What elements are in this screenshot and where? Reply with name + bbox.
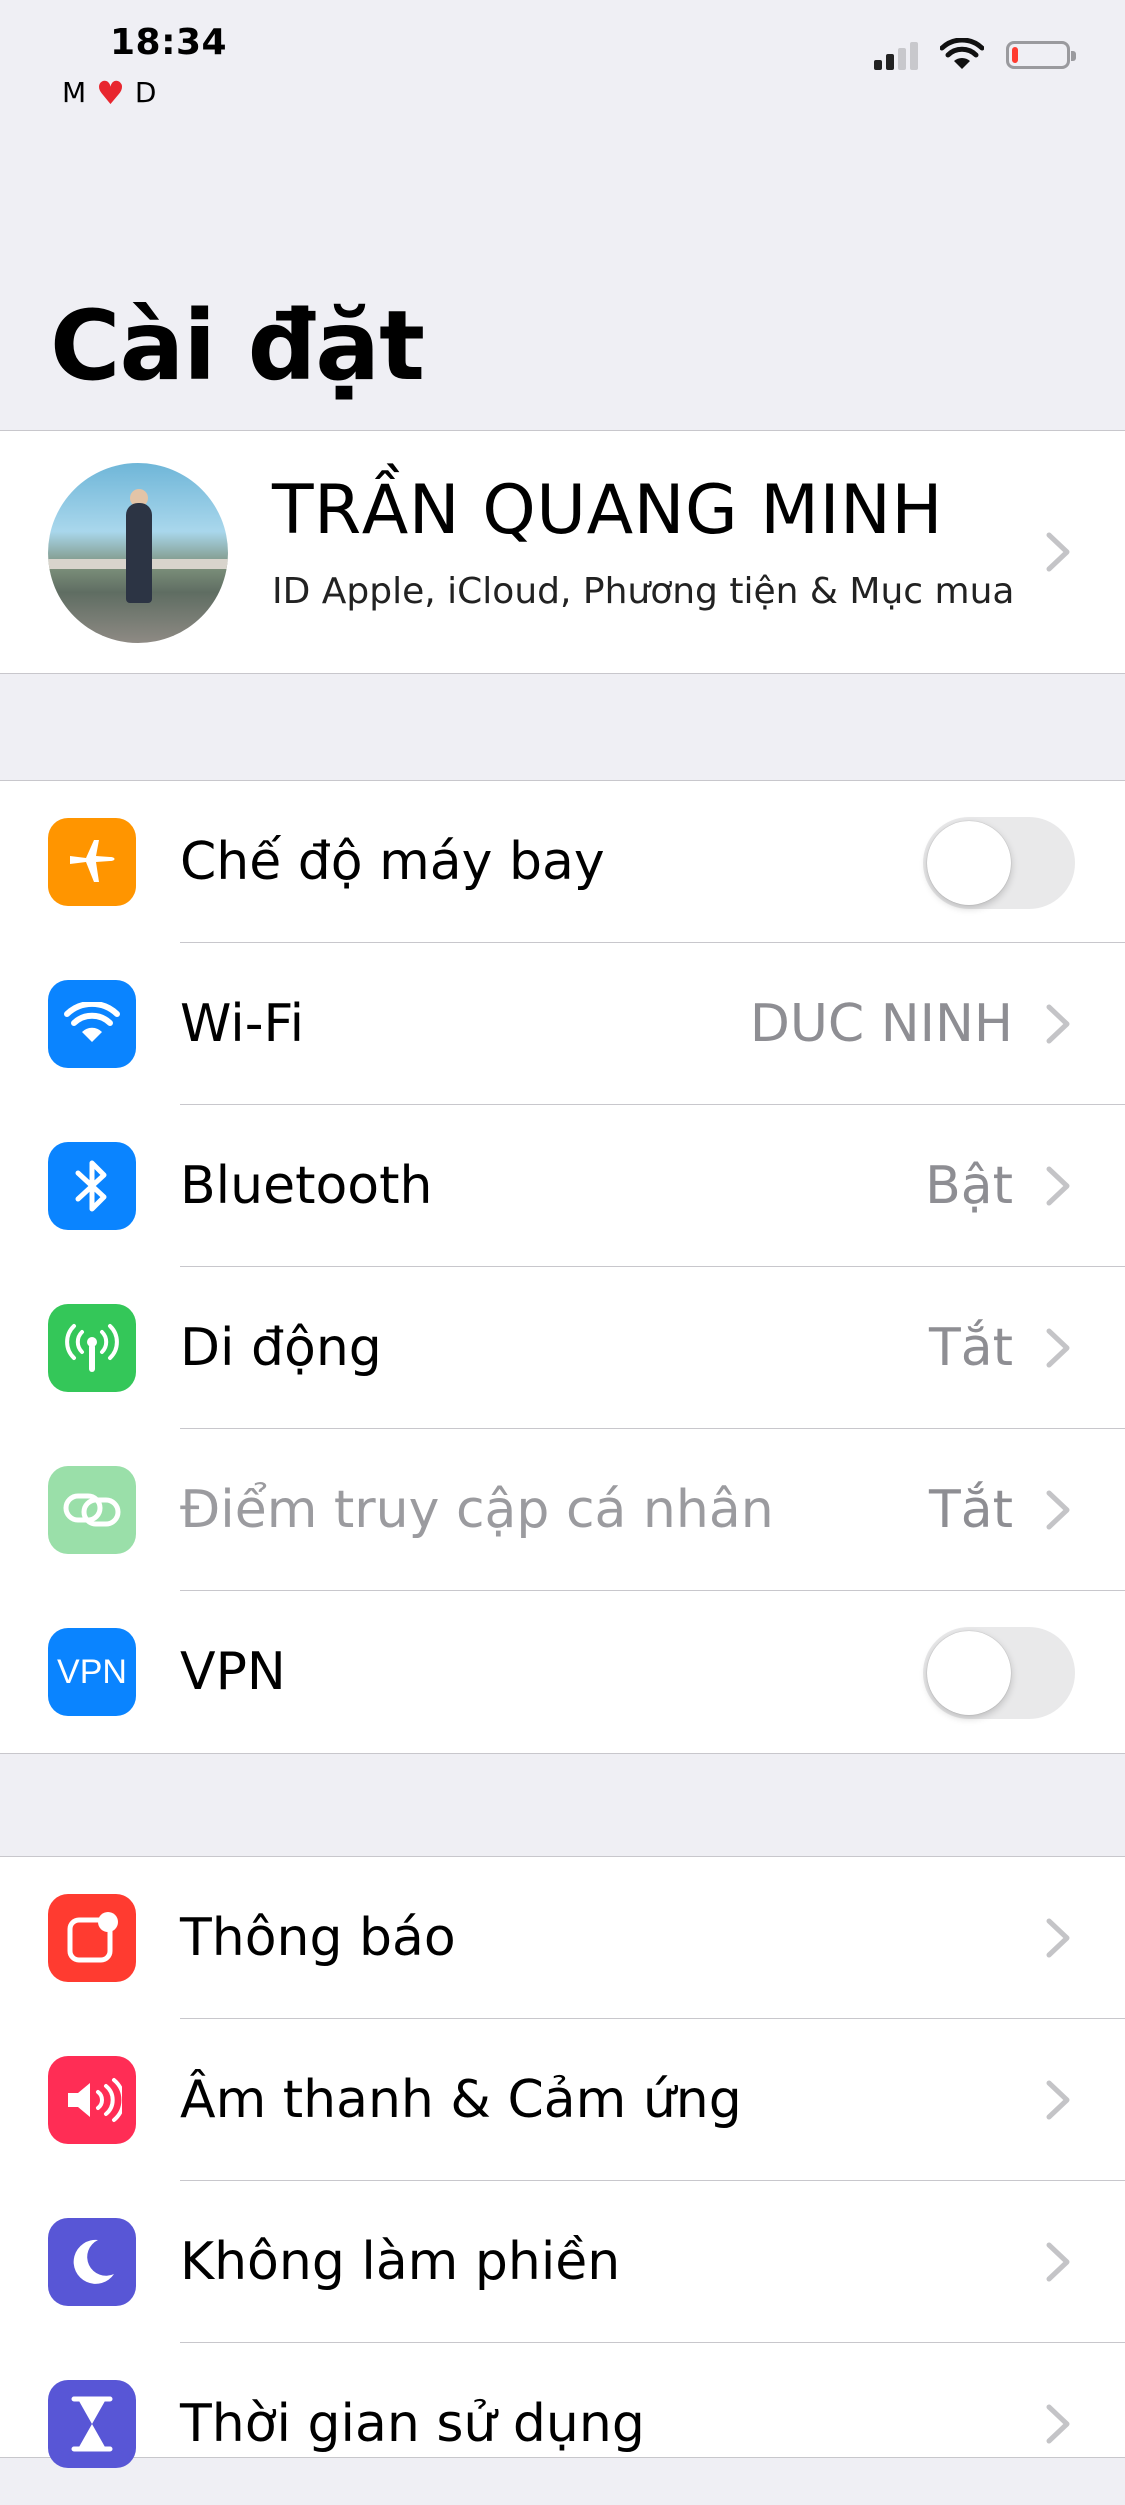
vpn-icon: VPN <box>48 1628 136 1716</box>
profile-name: TRẦN QUANG MINH <box>272 471 943 550</box>
hourglass-icon <box>48 2380 136 2468</box>
antenna-icon <box>48 1304 136 1392</box>
bluetooth-icon <box>48 1142 136 1230</box>
avatar <box>48 463 228 643</box>
do-not-disturb-label: Không làm phiền <box>180 2232 621 2292</box>
carrier-left: M <box>62 76 87 109</box>
cellular-signal-icon <box>874 40 918 70</box>
wifi-network-value: DUC NINH <box>749 994 1013 1054</box>
carrier-label: M ♥ D <box>62 76 156 109</box>
do-not-disturb-row[interactable]: Không làm phiền <box>0 2181 1125 2343</box>
vpn-icon-text: VPN <box>57 1652 127 1691</box>
personal-hotspot-label: Điểm truy cập cá nhân <box>180 1480 774 1540</box>
chevron-right-icon <box>1046 1328 1070 1368</box>
apple-id-profile-row[interactable]: TRẦN QUANG MINH ID Apple, iCloud, Phương… <box>0 430 1125 674</box>
vpn-label: VPN <box>180 1642 286 1702</box>
airplane-mode-toggle[interactable] <box>923 817 1075 909</box>
profile-subtitle: ID Apple, iCloud, Phương tiện & Mục mua <box>272 571 1015 612</box>
chevron-right-icon <box>1046 1004 1070 1044</box>
status-bar: 18:34 M ♥ D <box>0 0 1125 130</box>
bluetooth-value: Bật <box>925 1156 1013 1216</box>
page-title: Cài đặt <box>50 290 425 402</box>
cellular-value: Tắt <box>928 1318 1013 1378</box>
chevron-right-icon <box>1046 2404 1070 2444</box>
bluetooth-row[interactable]: Bluetooth Bật <box>0 1105 1125 1267</box>
notifications-icon <box>48 1894 136 1982</box>
chevron-right-icon <box>1046 1490 1070 1530</box>
notifications-label: Thông báo <box>180 1908 456 1968</box>
wifi-label: Wi-Fi <box>180 994 305 1054</box>
network-settings-group: Chế độ máy bay Wi-Fi DUC NINH Bluetooth … <box>0 780 1125 1754</box>
status-icons <box>874 38 1076 72</box>
sounds-haptics-label: Âm thanh & Cảm ứng <box>180 2070 742 2130</box>
vpn-row: VPN VPN <box>0 1591 1125 1753</box>
personal-hotspot-value: Tắt <box>928 1480 1013 1540</box>
general-settings-group: Thông báo Âm thanh & Cảm ứng Không làm p… <box>0 1856 1125 2468</box>
chevron-right-icon <box>1046 532 1070 572</box>
personal-hotspot-row[interactable]: Điểm truy cập cá nhân Tắt <box>0 1429 1125 1591</box>
battery-icon <box>1006 41 1076 69</box>
chevron-right-icon <box>1046 2242 1070 2282</box>
wifi-row[interactable]: Wi-Fi DUC NINH <box>0 943 1125 1105</box>
sounds-haptics-row[interactable]: Âm thanh & Cảm ứng <box>0 2019 1125 2181</box>
airplane-icon <box>48 818 136 906</box>
airplane-mode-label: Chế độ máy bay <box>180 832 605 892</box>
screen-time-label: Thời gian sử dụng <box>180 2394 645 2454</box>
chevron-right-icon <box>1046 1918 1070 1958</box>
status-time: 18:34 <box>110 22 228 63</box>
chevron-right-icon <box>1046 1166 1070 1206</box>
hotspot-icon <box>48 1466 136 1554</box>
cellular-row[interactable]: Di động Tắt <box>0 1267 1125 1429</box>
battery-level <box>1012 47 1018 63</box>
notifications-row[interactable]: Thông báo <box>0 1857 1125 2019</box>
screen-time-row[interactable]: Thời gian sử dụng <box>0 2343 1125 2505</box>
speaker-icon <box>48 2056 136 2144</box>
chevron-right-icon <box>1046 2080 1070 2120</box>
carrier-right: D <box>134 76 157 109</box>
wifi-status-icon <box>940 38 984 69</box>
heart-icon: ♥ <box>96 73 125 112</box>
airplane-mode-row: Chế độ máy bay <box>0 781 1125 943</box>
moon-icon <box>48 2218 136 2306</box>
cellular-label: Di động <box>180 1318 382 1378</box>
vpn-toggle[interactable] <box>923 1627 1075 1719</box>
wifi-icon <box>48 980 136 1068</box>
bluetooth-label: Bluetooth <box>180 1156 433 1216</box>
